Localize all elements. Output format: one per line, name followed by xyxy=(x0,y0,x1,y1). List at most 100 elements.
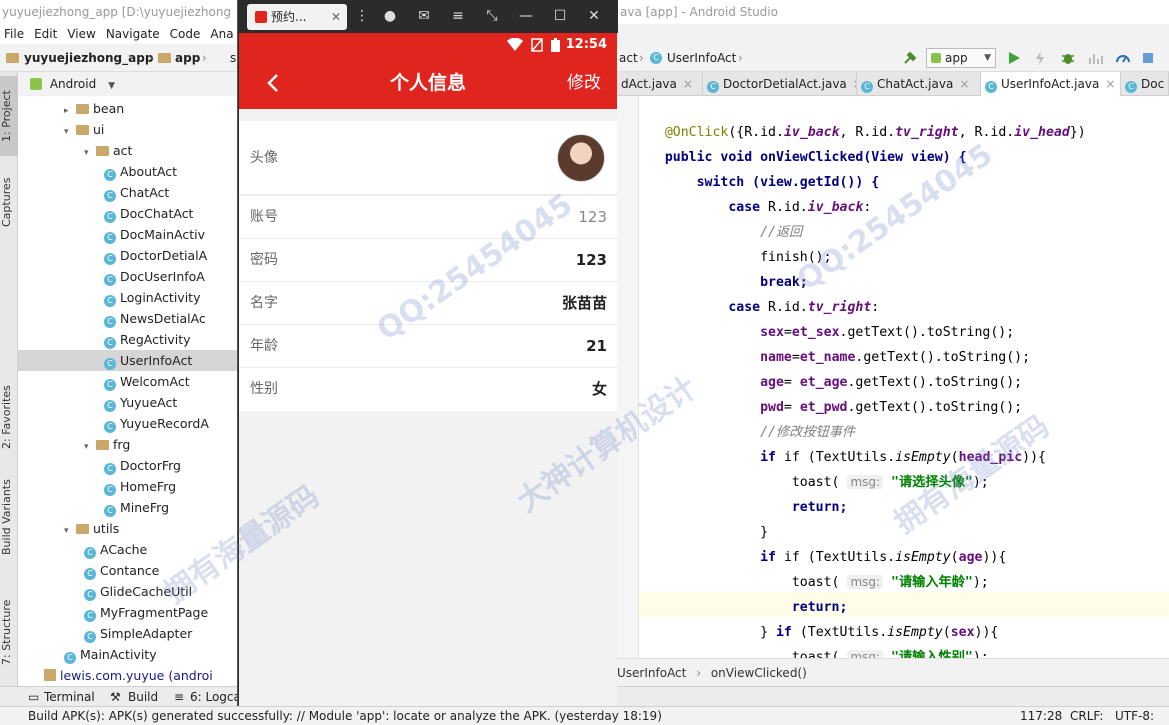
chevron-down-icon[interactable]: ▾ xyxy=(84,143,96,164)
tree-folder[interactable]: ▸ bean xyxy=(64,98,124,119)
menu-file[interactable]: File xyxy=(4,27,24,41)
close-icon[interactable]: ✕ xyxy=(331,4,341,30)
crumb-class[interactable]: UserInfoAct xyxy=(667,44,736,72)
close-icon[interactable]: × xyxy=(959,77,969,91)
age-field[interactable]: 21 xyxy=(586,325,607,368)
password-row[interactable]: 密码 123 xyxy=(239,239,617,282)
tree-item[interactable]: C YuyueRecordA xyxy=(104,413,209,434)
chevron-down-icon[interactable]: ▾ xyxy=(84,437,96,458)
tab-terminal[interactable]: Terminal xyxy=(44,687,95,707)
chevron-down-icon: ▼ xyxy=(108,81,115,91)
editor-tab[interactable]: CDoctorDetialAct.java× xyxy=(703,72,857,96)
run-icon[interactable] xyxy=(1006,50,1022,66)
tree-item[interactable]: C WelcomAct xyxy=(104,371,190,392)
tree-item[interactable]: C YuyueAct xyxy=(104,392,177,413)
caret-position[interactable]: 117:28 xyxy=(1020,707,1062,725)
tree-item[interactable]: C MainActivity xyxy=(64,644,157,665)
tab-captures[interactable]: Captures xyxy=(0,167,18,237)
file-encoding[interactable]: UTF-8: xyxy=(1115,707,1154,725)
tree-folder[interactable]: ▾ act xyxy=(84,140,132,161)
code-token: = xyxy=(783,375,800,390)
crumb-src[interactable]: s xyxy=(230,44,236,72)
editor-tab[interactable]: C ChatAct.java × xyxy=(857,72,981,96)
tree-item[interactable]: C ACache xyxy=(84,539,147,560)
gender-row[interactable]: 性别 女 xyxy=(239,368,617,411)
tree-item[interactable]: C RegActivity xyxy=(104,329,191,350)
tree-item[interactable]: C GlideCacheUtil xyxy=(84,581,192,602)
avatar[interactable] xyxy=(557,134,605,182)
tree-item[interactable]: C SimpleAdapter xyxy=(84,623,192,644)
name-row[interactable]: 名字 张苗苗 xyxy=(239,282,617,325)
tree-item[interactable]: C HomeFrg xyxy=(104,476,176,497)
project-view-header[interactable]: Android ▼ xyxy=(18,72,240,96)
tree-item[interactable]: C DocMainActiv xyxy=(104,224,205,245)
tab-structure[interactable]: 7: Structure xyxy=(0,587,18,677)
crumb-act[interactable]: act xyxy=(619,44,638,72)
mail-icon[interactable]: ✉ xyxy=(416,8,432,24)
tab-build-variants[interactable]: Build Variants xyxy=(0,472,18,562)
hammer-icon[interactable] xyxy=(902,50,918,66)
menu-edit[interactable]: Edit xyxy=(34,27,57,41)
run-config-select[interactable]: app ▼ xyxy=(926,48,996,68)
tree-item[interactable]: C LoginActivity xyxy=(104,287,200,308)
code-token: pwd xyxy=(760,400,784,415)
tree-item[interactable]: C DoctorDetialA xyxy=(104,245,207,266)
apply-changes-icon[interactable] xyxy=(1032,50,1048,66)
tree-item[interactable]: C MyFragmentPage xyxy=(84,602,208,623)
tree-item[interactable]: C NewsDetialAc xyxy=(104,308,206,329)
tree-folder[interactable]: ▾ ui xyxy=(64,119,104,140)
password-field[interactable]: 123 xyxy=(576,239,607,282)
code-editor[interactable]: @OnClick({R.id.iv_back, R.id.tv_right, R… xyxy=(617,96,1169,658)
tab-build[interactable]: Build xyxy=(128,687,158,707)
editor-tab[interactable]: dAct.java × xyxy=(617,72,703,96)
status-message[interactable]: Build APK(s): APK(s) generated successfu… xyxy=(28,707,662,725)
tree-item[interactable]: C MineFrg xyxy=(104,497,169,518)
menu-navigate[interactable]: Navigate xyxy=(106,27,160,41)
chevron-down-icon[interactable]: ▾ xyxy=(64,122,76,143)
tree-item[interactable]: C DoctorFrg xyxy=(104,455,181,476)
minimize-icon[interactable]: — xyxy=(518,8,534,24)
gender-field[interactable]: 女 xyxy=(592,368,607,411)
tree-folder[interactable]: ▾ utils xyxy=(64,518,119,539)
more-vert-icon[interactable]: ⋮ xyxy=(354,8,370,24)
account-value: 123 xyxy=(578,208,607,226)
line-separator[interactable]: CRLF: xyxy=(1070,707,1103,725)
menu-icon[interactable]: ≡ xyxy=(450,8,466,24)
resize-icon[interactable]: ⤡ xyxy=(484,8,500,24)
menu-view[interactable]: View xyxy=(67,27,95,41)
chevron-down-icon[interactable]: ▾ xyxy=(64,521,76,542)
tree-item[interactable]: C DocUserInfoA xyxy=(104,266,205,287)
account-icon[interactable]: ● xyxy=(382,8,398,24)
debug-icon[interactable] xyxy=(1060,50,1076,66)
tree-item[interactable]: lewis.com.yuyue (androi xyxy=(44,665,213,686)
editor-tab[interactable]: C UserInfoAct.java × xyxy=(981,72,1121,96)
close-icon[interactable]: × xyxy=(683,77,693,91)
menu-analyze[interactable]: Ana xyxy=(210,27,233,41)
emulator-app-tab[interactable]: 预约... ✕ xyxy=(247,4,347,30)
tree-item[interactable]: C ChatAct xyxy=(104,182,169,203)
maximize-icon[interactable]: ☐ xyxy=(552,8,568,24)
tab-favorites[interactable]: 2: Favorites xyxy=(0,377,18,457)
close-icon[interactable]: × xyxy=(1105,77,1115,91)
tree-item[interactable]: C UserInfoAct xyxy=(18,350,240,371)
tree-item[interactable]: C Contance xyxy=(84,560,159,581)
breadcrumb-class[interactable]: UserInfoAct xyxy=(617,666,686,680)
close-window-icon[interactable]: ✕ xyxy=(586,8,602,24)
age-row[interactable]: 年龄 21 xyxy=(239,325,617,368)
tree-item[interactable]: C AboutAct xyxy=(104,161,177,182)
tree-item[interactable]: C DocChatAct xyxy=(104,203,193,224)
avatar-row[interactable]: 头像 xyxy=(239,121,617,195)
edit-button[interactable]: 修改 xyxy=(567,57,601,109)
tree-item-label: DoctorFrg xyxy=(120,458,181,473)
name-field[interactable]: 张苗苗 xyxy=(562,282,607,325)
crumb-module[interactable]: app xyxy=(175,44,200,72)
gauge-icon[interactable] xyxy=(1115,50,1131,66)
tree-folder[interactable]: ▾ frg xyxy=(84,434,130,455)
crumb-project[interactable]: yuyuejiezhong_app xyxy=(24,44,153,72)
sdk-manager-icon[interactable] xyxy=(1140,50,1156,66)
menu-code[interactable]: Code xyxy=(170,27,201,41)
profiler-icon[interactable] xyxy=(1088,50,1104,66)
editor-tab[interactable]: C Doc xyxy=(1121,72,1169,96)
breadcrumb-method[interactable]: onViewClicked() xyxy=(711,666,807,680)
tab-project[interactable]: 1: Project xyxy=(0,76,18,156)
